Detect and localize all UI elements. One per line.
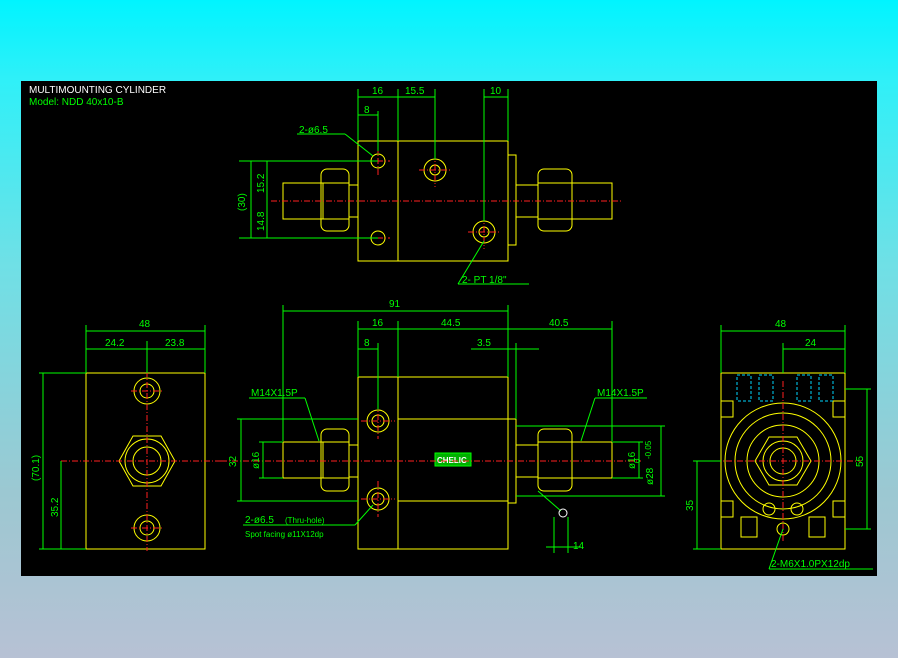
front-dia-28: ø28 [645,467,656,485]
right-thread-note: 2-M6X1.0PX12dp [771,559,850,570]
top-dim-30: (30) [237,193,248,211]
front-thread-right: M14X1.5P [597,388,644,399]
right-dim-48: 48 [775,319,787,330]
right-view: 48 24 55 35 2-M6X1.0PX12dp [685,319,873,570]
top-dim-15-2: 15.2 [256,173,267,193]
front-dia-16-left: ø16 [251,451,262,469]
front-dim-32: 32 [228,455,239,467]
drawing-model: Model: NDD 40x10-B [29,97,124,108]
left-dim-24-2: 24.2 [105,338,125,349]
front-dim-16: 16 [372,318,384,329]
cad-drawing: MULTIMOUNTING CYLINDER Model: NDD 40x10-… [29,85,873,570]
top-dim-15-5: 15.5 [405,86,425,97]
right-dim-24: 24 [805,338,817,349]
right-dim-55: 55 [855,455,866,467]
right-dim-35: 35 [685,499,696,511]
front-dim-3-5: 3.5 [477,338,491,349]
top-port-label: 2- PT 1/8" [462,275,507,286]
front-dim-14: 14 [573,541,585,552]
left-dim-23-8: 23.8 [165,338,185,349]
front-thread-left: M14X1.5P [251,388,298,399]
left-dim-70-1: (70.1) [31,455,42,481]
left-view: 48 24.2 23.8 (70.1) 35.2 [31,319,221,551]
top-view: 16 15.5 10 8 2-ø6.5 (30) 15.2 14.8 2- PT… [237,86,621,286]
front-hole-note: 2-ø6.5 [245,515,274,526]
front-tol-upper: 0 [633,458,642,463]
top-hole-label: 2-ø6.5 [299,125,328,136]
cad-drawing-canvas: MULTIMOUNTING CYLINDER Model: NDD 40x10-… [21,81,877,576]
front-dim-91: 91 [389,299,401,310]
front-view: CHELIC 91 16 44.5 40.5 8 3.5 M14X1.5P M1… [221,299,665,553]
top-dim-16: 16 [372,86,384,97]
left-dim-35-2: 35.2 [50,497,61,517]
front-tol-lower: -0.05 [644,440,653,459]
top-dim-8: 8 [364,105,370,116]
front-hole-note-thru: (Thru-hole) [285,516,325,525]
left-dim-48: 48 [139,319,151,330]
front-dim-8: 8 [364,338,370,349]
front-dim-44-5: 44.5 [441,318,461,329]
front-dim-40-5: 40.5 [549,318,569,329]
top-dim-14-8: 14.8 [256,211,267,231]
drawing-title: MULTIMOUNTING CYLINDER [29,85,166,96]
front-hole-spotface: Spot facing ø11X12dp [245,530,324,539]
top-dim-10: 10 [490,86,502,97]
